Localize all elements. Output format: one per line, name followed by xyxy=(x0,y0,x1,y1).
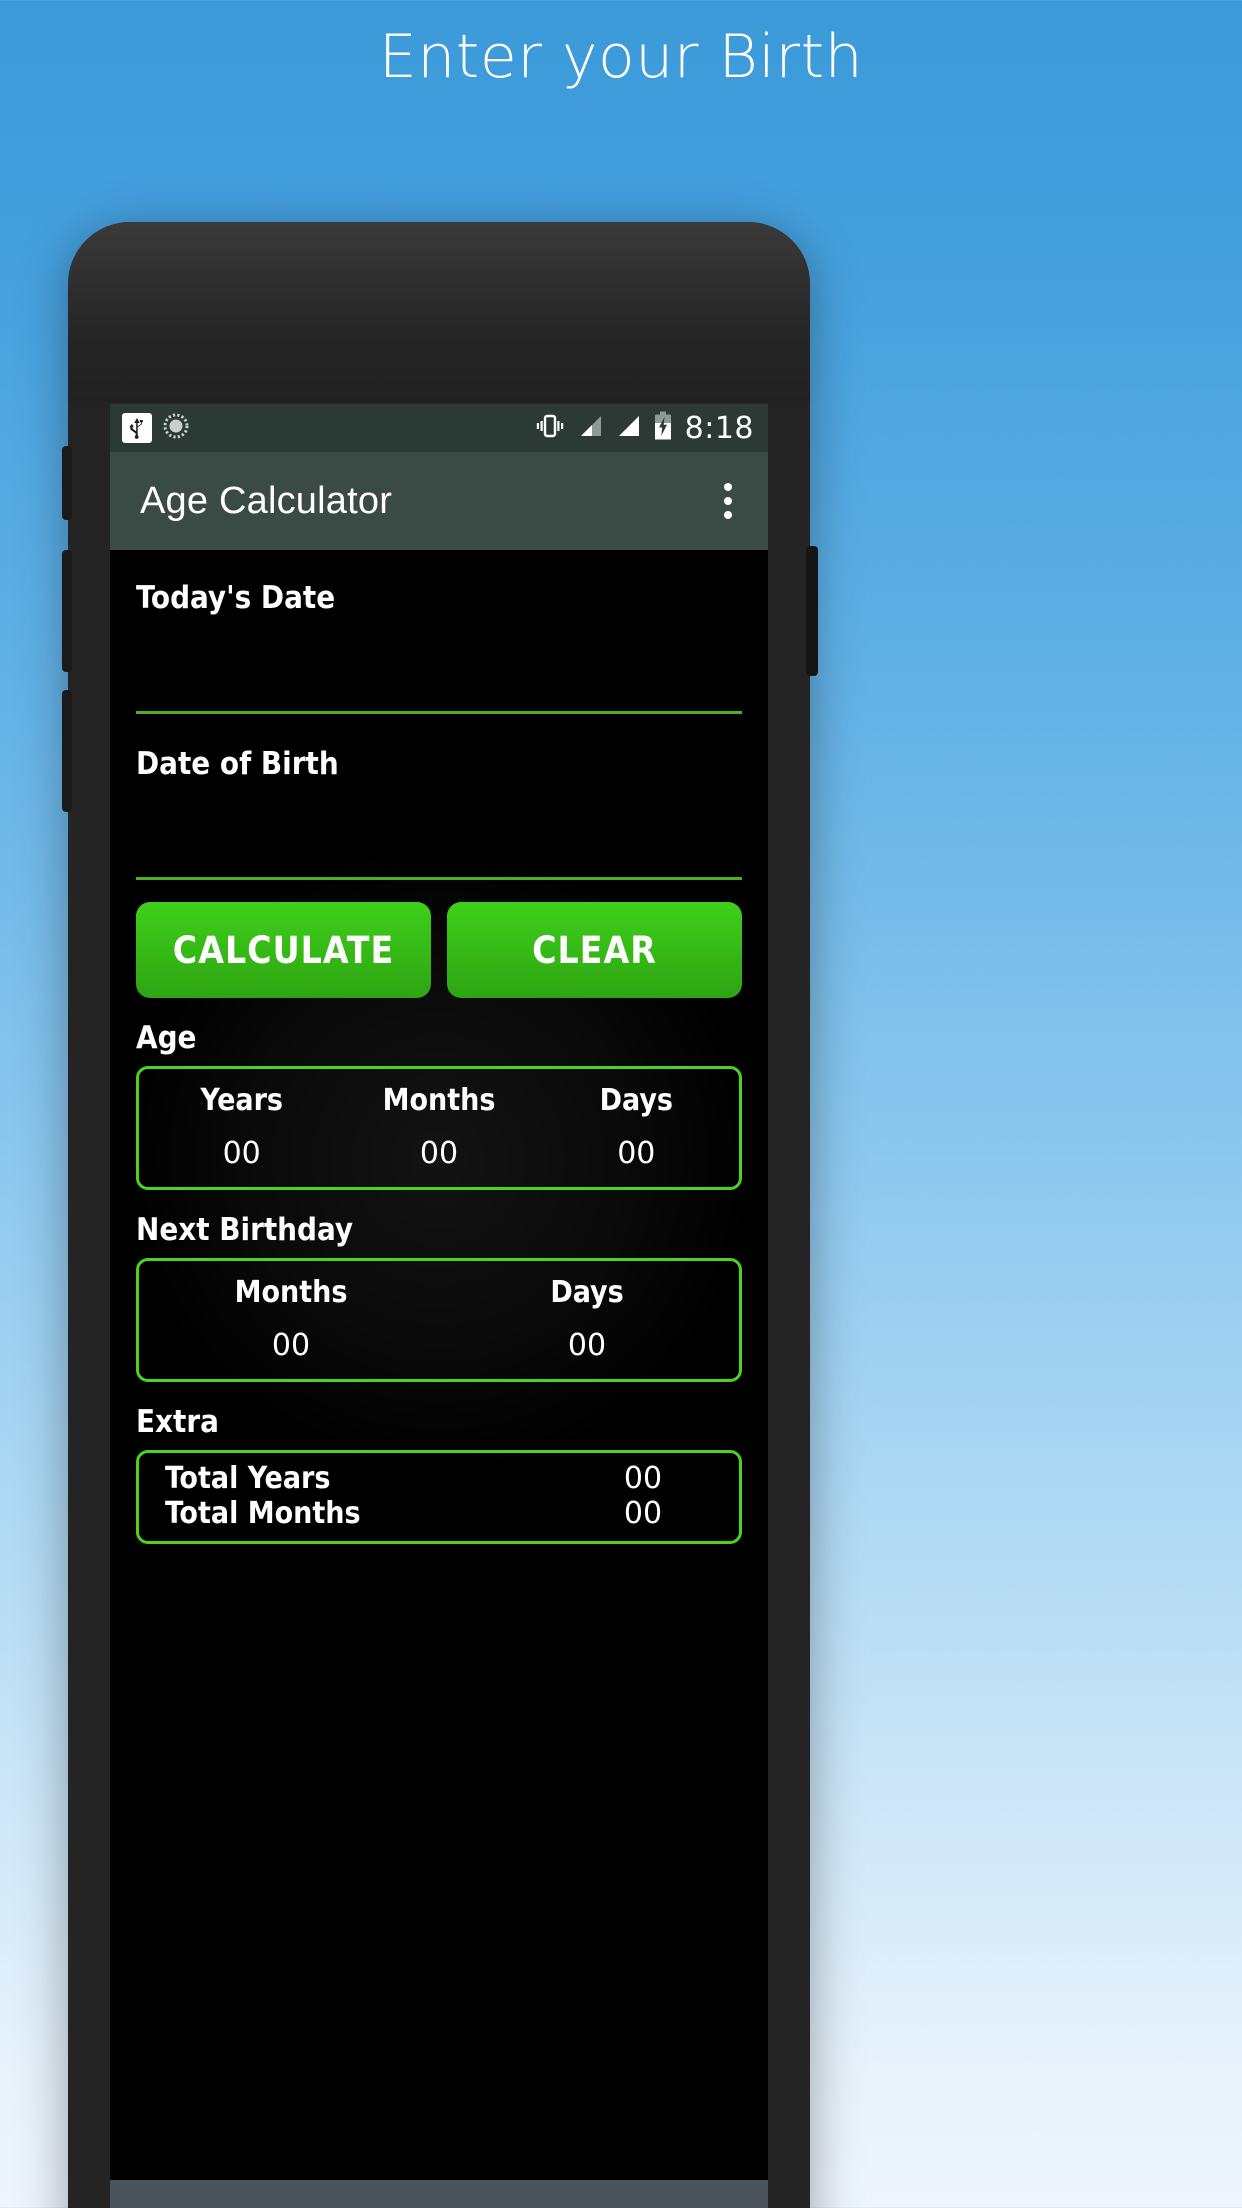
device-button-volume-up[interactable] xyxy=(62,550,72,672)
next-birthday-header-months: Months xyxy=(234,1275,348,1310)
next-birthday-value-days: 00 xyxy=(567,1328,607,1363)
age-value-years: 00 xyxy=(222,1136,261,1171)
calculate-button[interactable]: CALCULATE xyxy=(136,902,431,998)
status-bar-clock: 8:18 xyxy=(684,410,754,446)
device-button-left-top[interactable] xyxy=(62,446,72,520)
phone-screen: 8:18 Age Calculator Today's Date Date of… xyxy=(110,404,768,2208)
vibrate-icon xyxy=(535,412,565,445)
extra-label-total-years: Total Years xyxy=(165,1461,331,1496)
overflow-dot xyxy=(724,511,732,519)
nav-home-button[interactable] xyxy=(379,2180,499,2208)
overflow-dot xyxy=(724,483,732,491)
status-bar: 8:18 xyxy=(110,404,768,452)
date-of-birth-label: Date of Birth xyxy=(136,746,339,782)
action-button-row: CALCULATE CLEAR xyxy=(136,902,742,998)
next-birthday-header-row: Months Days xyxy=(143,1275,735,1328)
extra-row: Total Months 00 xyxy=(165,1496,713,1531)
overflow-dot xyxy=(724,497,732,505)
next-birthday-value-months: 00 xyxy=(271,1328,311,1363)
nav-recents-button[interactable] xyxy=(598,2180,718,2208)
extra-result-box: Total Years 00 Total Months 00 xyxy=(136,1450,742,1544)
android-navigation-bar xyxy=(110,2180,768,2208)
extra-label-total-months: Total Months xyxy=(165,1496,361,1531)
date-of-birth-field[interactable] xyxy=(136,782,742,880)
battery-charging-icon xyxy=(653,411,673,446)
signal-icon xyxy=(615,413,641,444)
clear-button[interactable]: CLEAR xyxy=(447,902,742,998)
extra-value-total-months: 00 xyxy=(623,1496,663,1531)
todays-date-input[interactable] xyxy=(136,616,742,711)
device-bezel-top xyxy=(68,222,810,402)
signal-icon xyxy=(577,413,603,444)
age-result-box: Years Months Days 00 00 00 xyxy=(136,1066,742,1190)
date-of-birth-input[interactable] xyxy=(136,782,742,877)
next-birthday-value-row: 00 00 xyxy=(143,1328,735,1363)
age-value-row: 00 00 00 xyxy=(143,1136,735,1171)
age-section-heading: Age xyxy=(136,1020,197,1056)
extra-section-heading: Extra xyxy=(136,1404,219,1440)
extra-row: Total Years 00 xyxy=(165,1461,713,1496)
todays-date-field[interactable] xyxy=(136,616,742,714)
extra-value-total-years: 00 xyxy=(623,1461,663,1496)
phone-device-frame: 8:18 Age Calculator Today's Date Date of… xyxy=(62,222,818,2208)
device-button-power[interactable] xyxy=(806,546,818,676)
app-content: Today's Date Date of Birth CALCULATE CLE… xyxy=(110,550,768,2208)
sync-icon xyxy=(162,412,190,445)
status-bar-right-icons: 8:18 xyxy=(535,411,754,446)
age-header-row: Years Months Days xyxy=(143,1083,735,1136)
age-value-days: 00 xyxy=(617,1136,656,1171)
app-bar: Age Calculator xyxy=(110,452,768,550)
next-birthday-section-heading: Next Birthday xyxy=(136,1212,354,1248)
age-header-years: Years xyxy=(200,1083,284,1118)
next-birthday-result-box: Months Days 00 00 xyxy=(136,1258,742,1382)
device-button-volume-down[interactable] xyxy=(62,690,72,812)
app-title: Age Calculator xyxy=(140,479,393,522)
usb-icon xyxy=(122,413,152,443)
age-header-days: Days xyxy=(599,1083,673,1118)
age-value-months: 00 xyxy=(419,1136,459,1171)
age-header-months: Months xyxy=(382,1083,496,1118)
status-bar-left-icons xyxy=(122,412,190,445)
nav-back-button[interactable] xyxy=(160,2180,280,2208)
page-title: Enter your Birth xyxy=(378,22,864,92)
next-birthday-header-days: Days xyxy=(550,1275,624,1310)
overflow-menu-icon[interactable] xyxy=(714,475,742,527)
todays-date-label: Today's Date xyxy=(136,580,336,616)
